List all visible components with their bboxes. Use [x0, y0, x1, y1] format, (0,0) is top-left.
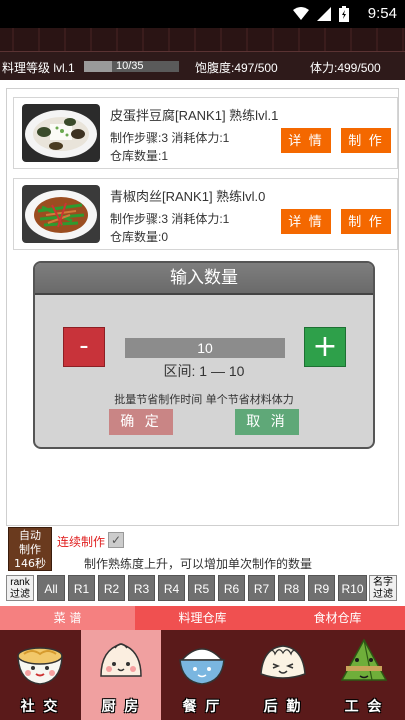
xp-text: 10/35	[116, 60, 144, 72]
dialog-title: 输入数量	[35, 263, 373, 295]
nav-guild[interactable]: 工 会	[324, 630, 404, 720]
make-button[interactable]: 制 作	[341, 209, 391, 234]
rank-filter-label: rank 过滤	[6, 575, 34, 601]
nav-label: 后 勤	[263, 699, 303, 715]
auto-make-line2: 制作	[19, 543, 41, 556]
bottom-nav: 社 交 厨 房 餐 厅 后 勤 工 会	[0, 630, 405, 720]
satiety-value: 饱腹度:497/500	[195, 61, 278, 75]
battery-icon	[339, 6, 349, 22]
filter-r10[interactable]: R10	[338, 575, 367, 601]
detail-button[interactable]: 详 情	[281, 128, 331, 153]
noodle-bowl-mascot-icon	[17, 647, 63, 685]
rank-filter-label-bottom: 过滤	[10, 589, 30, 600]
name-filter-label-bottom: 过滤	[373, 589, 393, 600]
name-filter-label-top: 名字	[373, 577, 393, 588]
nav-restaurant[interactable]: 餐 厅	[162, 630, 242, 720]
rank-filter-row: rank 过滤 All R1 R2 R3 R4 R5 R6 R7 R8 R9 R…	[6, 573, 397, 603]
xp-progress-fill	[84, 61, 112, 72]
quantity-dialog: 输入数量 - 10 + 区间: 1 — 10 批量节省制作时间 单个节省材料体力…	[33, 261, 375, 449]
auto-make-line1: 自动	[19, 529, 41, 542]
wifi-icon	[293, 7, 309, 20]
filter-r4[interactable]: R4	[158, 575, 185, 601]
dumpling-mascot-icon	[260, 645, 306, 679]
filter-all[interactable]: All	[37, 575, 65, 601]
recipe-card-pork: 青椒肉丝[RANK1] 熟练lvl.0 制作步骤:3 消耗体力:1 仓库数量:0…	[13, 178, 398, 250]
filter-r1[interactable]: R1	[68, 575, 95, 601]
recipe-stock: 仓库数量:1	[110, 149, 169, 163]
make-button[interactable]: 制 作	[341, 128, 391, 153]
status-icons	[293, 6, 349, 22]
cancel-button[interactable]: 取 消	[235, 409, 299, 435]
quantity-range: 区间: 1 — 10	[163, 363, 245, 379]
level-bar: 料理等级 lvl.1 10/35 饱腹度:497/500 体力:499/500	[0, 52, 405, 80]
filter-r3[interactable]: R3	[128, 575, 155, 601]
rice-bowl-mascot-icon	[179, 648, 225, 685]
filter-r2[interactable]: R2	[98, 575, 125, 601]
nav-label: 工 会	[344, 699, 384, 715]
recipe-stock: 仓库数量:0	[110, 230, 169, 244]
recipe-name: 皮蛋拌豆腐[RANK1] 熟练lvl.1	[110, 108, 279, 123]
quantity-input[interactable]: 10	[125, 338, 285, 358]
recipe-card-tofu: 皮蛋拌豆腐[RANK1] 熟练lvl.1 制作步骤:3 消耗体力:1 仓库数量:…	[13, 97, 398, 169]
rank-filter-label-top: rank	[10, 577, 30, 588]
name-filter-button[interactable]: 名字 过滤	[369, 575, 397, 601]
nav-logistics[interactable]: 后 勤	[243, 630, 323, 720]
nav-social[interactable]: 社 交	[0, 630, 80, 720]
auto-make-button[interactable]: 自动 制作 146秒	[8, 527, 52, 571]
tab-dish-storage[interactable]: 料理仓库	[135, 606, 270, 630]
recipe-panel: 皮蛋拌豆腐[RANK1] 熟练lvl.1 制作步骤:3 消耗体力:1 仓库数量:…	[6, 88, 399, 526]
filter-r6[interactable]: R6	[218, 575, 245, 601]
kitchen-tabs: 菜 谱 料理仓库 食材仓库	[0, 606, 405, 630]
nav-label: 餐 厅	[182, 699, 222, 715]
pepper-pork-strips-image	[22, 185, 100, 243]
recipe-steps-cost: 制作步骤:3 消耗体力:1	[110, 212, 230, 226]
recipe-name: 青椒肉丝[RANK1] 熟练lvl.0	[110, 189, 266, 204]
quantity-tips: 批量节省制作时间 单个节省材料体力	[114, 393, 294, 406]
continuous-make-checkbox[interactable]: ✓	[108, 532, 124, 548]
cooking-level: 料理等级 lvl.1	[2, 61, 75, 75]
nav-label: 社 交	[20, 699, 60, 715]
proficiency-hint: 制作熟练度上升，可以增加单次制作的数量	[84, 557, 313, 571]
filter-r7[interactable]: R7	[248, 575, 275, 601]
status-bar: 9:54	[0, 0, 405, 28]
nav-kitchen[interactable]: 厨 房	[81, 630, 161, 720]
tab-ingredient-storage[interactable]: 食材仓库	[270, 606, 405, 630]
continuous-make-label: 连续制作	[57, 535, 106, 549]
header-pattern-band	[0, 28, 405, 52]
auto-make-timer: 146秒	[14, 557, 46, 570]
bun-mascot-icon	[100, 643, 142, 677]
tab-recipes[interactable]: 菜 谱	[0, 606, 135, 630]
filter-r9[interactable]: R9	[308, 575, 335, 601]
stamina-value: 体力:499/500	[310, 61, 381, 75]
detail-button[interactable]: 详 情	[281, 209, 331, 234]
recipe-steps-cost: 制作步骤:3 消耗体力:1	[110, 131, 230, 145]
filter-r8[interactable]: R8	[278, 575, 305, 601]
preserved-egg-tofu-image	[22, 104, 100, 162]
status-time: 9:54	[367, 5, 397, 22]
zongzi-mascot-icon	[340, 638, 388, 681]
confirm-button[interactable]: 确 定	[109, 409, 173, 435]
signal-icon	[317, 7, 331, 21]
nav-label: 厨 房	[101, 699, 141, 715]
filter-r5[interactable]: R5	[188, 575, 215, 601]
